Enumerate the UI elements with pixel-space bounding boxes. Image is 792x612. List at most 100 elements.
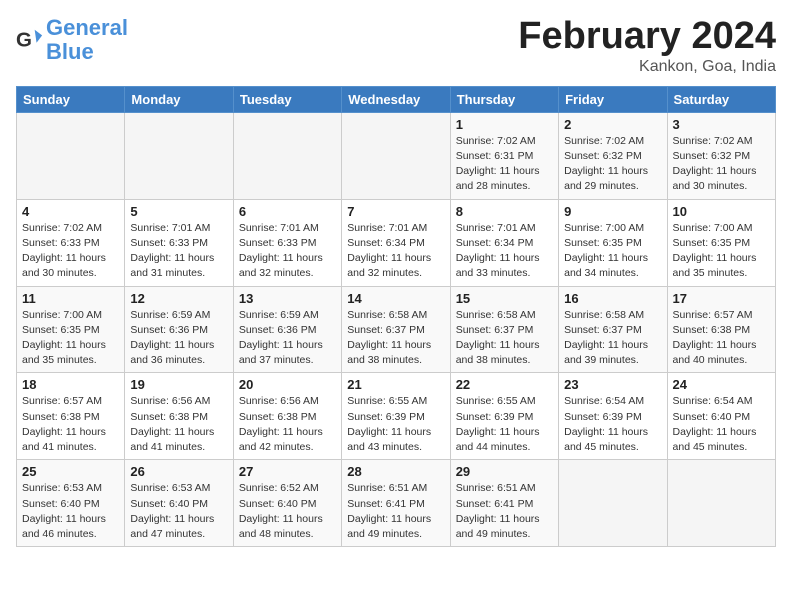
calendar-cell: 5 Sunrise: 7:01 AMSunset: 6:33 PMDaylight… (125, 199, 233, 286)
day-number: 19 (130, 377, 227, 392)
day-number: 21 (347, 377, 444, 392)
day-number: 26 (130, 464, 227, 479)
day-number: 8 (456, 204, 553, 219)
calendar-cell: 26 Sunrise: 6:53 AMSunset: 6:40 PMDayligh… (125, 460, 233, 547)
day-number: 15 (456, 291, 553, 306)
day-info: Sunrise: 6:57 AMSunset: 6:38 PMDaylight:… (22, 394, 119, 455)
calendar-cell: 14 Sunrise: 6:58 AMSunset: 6:37 PMDayligh… (342, 286, 450, 373)
day-info: Sunrise: 7:02 AMSunset: 6:33 PMDaylight:… (22, 221, 119, 282)
calendar-cell (559, 460, 667, 547)
calendar-cell (667, 460, 775, 547)
day-info: Sunrise: 7:01 AMSunset: 6:33 PMDaylight:… (239, 221, 336, 282)
day-info: Sunrise: 7:01 AMSunset: 6:33 PMDaylight:… (130, 221, 227, 282)
calendar-cell: 12 Sunrise: 6:59 AMSunset: 6:36 PMDayligh… (125, 286, 233, 373)
calendar-cell: 17 Sunrise: 6:57 AMSunset: 6:38 PMDayligh… (667, 286, 775, 373)
day-info: Sunrise: 7:01 AMSunset: 6:34 PMDaylight:… (456, 221, 553, 282)
calendar-cell (233, 112, 341, 199)
calendar-cell: 25Sunrise: 6:53 AMSunset: 6:40 PMDayligh… (17, 460, 125, 547)
day-info: Sunrise: 6:53 AMSunset: 6:40 PMDaylight:… (130, 481, 227, 542)
calendar-week-row: 11Sunrise: 7:00 AMSunset: 6:35 PMDayligh… (17, 286, 776, 373)
day-number: 27 (239, 464, 336, 479)
weekday-header-sunday: Sunday (17, 86, 125, 112)
logo: G General Blue (16, 16, 128, 64)
day-number: 23 (564, 377, 661, 392)
day-info: Sunrise: 7:02 AMSunset: 6:32 PMDaylight:… (564, 134, 661, 195)
day-number: 2 (564, 117, 661, 132)
weekday-header-saturday: Saturday (667, 86, 775, 112)
calendar-cell: 27Sunrise: 6:52 AMSunset: 6:40 PMDayligh… (233, 460, 341, 547)
day-info: Sunrise: 7:02 AMSunset: 6:32 PMDaylight:… (673, 134, 770, 195)
page-header: G General Blue February 2024 Kankon, Goa… (16, 16, 776, 76)
calendar-cell (342, 112, 450, 199)
day-info: Sunrise: 6:53 AMSunset: 6:40 PMDaylight:… (22, 481, 119, 542)
calendar-cell: 3 Sunrise: 7:02 AMSunset: 6:32 PMDaylight… (667, 112, 775, 199)
calendar-cell: 29 Sunrise: 6:51 AMSunset: 6:41 PMDayligh… (450, 460, 558, 547)
calendar-cell: 1Sunrise: 7:02 AMSunset: 6:31 PMDaylight… (450, 112, 558, 199)
day-info: Sunrise: 7:00 AMSunset: 6:35 PMDaylight:… (22, 308, 119, 369)
day-number: 10 (673, 204, 770, 219)
calendar-cell: 19 Sunrise: 6:56 AMSunset: 6:38 PMDayligh… (125, 373, 233, 460)
calendar-week-row: 18 Sunrise: 6:57 AMSunset: 6:38 PMDayligh… (17, 373, 776, 460)
weekday-header-wednesday: Wednesday (342, 86, 450, 112)
day-number: 3 (673, 117, 770, 132)
calendar-cell: 18 Sunrise: 6:57 AMSunset: 6:38 PMDayligh… (17, 373, 125, 460)
day-info: Sunrise: 6:56 AMSunset: 6:38 PMDaylight:… (239, 394, 336, 455)
day-number: 29 (456, 464, 553, 479)
day-info: Sunrise: 6:59 AMSunset: 6:36 PMDaylight:… (130, 308, 227, 369)
day-info: Sunrise: 6:58 AMSunset: 6:37 PMDaylight:… (456, 308, 553, 369)
calendar-cell: 13Sunrise: 6:59 AMSunset: 6:36 PMDayligh… (233, 286, 341, 373)
day-number: 13 (239, 291, 336, 306)
calendar-cell: 23Sunrise: 6:54 AMSunset: 6:39 PMDayligh… (559, 373, 667, 460)
calendar-table: SundayMondayTuesdayWednesdayThursdayFrid… (16, 86, 776, 547)
logo-icon: G (16, 26, 44, 54)
calendar-cell: 11Sunrise: 7:00 AMSunset: 6:35 PMDayligh… (17, 286, 125, 373)
calendar-cell: 7 Sunrise: 7:01 AMSunset: 6:34 PMDaylight… (342, 199, 450, 286)
month-title: February 2024 (518, 16, 776, 58)
day-info: Sunrise: 6:57 AMSunset: 6:38 PMDaylight:… (673, 308, 770, 369)
calendar-cell: 22Sunrise: 6:55 AMSunset: 6:39 PMDayligh… (450, 373, 558, 460)
weekday-header-tuesday: Tuesday (233, 86, 341, 112)
day-info: Sunrise: 6:55 AMSunset: 6:39 PMDaylight:… (347, 394, 444, 455)
logo-blue: Blue (46, 39, 94, 64)
calendar-cell: 24Sunrise: 6:54 AMSunset: 6:40 PMDayligh… (667, 373, 775, 460)
day-number: 5 (130, 204, 227, 219)
calendar-cell: 2 Sunrise: 7:02 AMSunset: 6:32 PMDaylight… (559, 112, 667, 199)
calendar-cell: 4 Sunrise: 7:02 AMSunset: 6:33 PMDaylight… (17, 199, 125, 286)
location-subtitle: Kankon, Goa, India (518, 58, 776, 76)
calendar-cell: 21 Sunrise: 6:55 AMSunset: 6:39 PMDayligh… (342, 373, 450, 460)
day-info: Sunrise: 6:51 AMSunset: 6:41 PMDaylight:… (456, 481, 553, 542)
weekday-header-monday: Monday (125, 86, 233, 112)
day-number: 6 (239, 204, 336, 219)
calendar-cell (125, 112, 233, 199)
day-number: 12 (130, 291, 227, 306)
calendar-cell: 16Sunrise: 6:58 AMSunset: 6:37 PMDayligh… (559, 286, 667, 373)
weekday-header-thursday: Thursday (450, 86, 558, 112)
calendar-cell: 10Sunrise: 7:00 AMSunset: 6:35 PMDayligh… (667, 199, 775, 286)
day-number: 9 (564, 204, 661, 219)
calendar-cell (17, 112, 125, 199)
day-info: Sunrise: 6:58 AMSunset: 6:37 PMDaylight:… (347, 308, 444, 369)
svg-text:G: G (16, 29, 32, 52)
weekday-header-row: SundayMondayTuesdayWednesdayThursdayFrid… (17, 86, 776, 112)
calendar-week-row: 25Sunrise: 6:53 AMSunset: 6:40 PMDayligh… (17, 460, 776, 547)
title-area: February 2024 Kankon, Goa, India (518, 16, 776, 76)
day-info: Sunrise: 7:00 AMSunset: 6:35 PMDaylight:… (564, 221, 661, 282)
day-number: 22 (456, 377, 553, 392)
day-number: 7 (347, 204, 444, 219)
day-number: 20 (239, 377, 336, 392)
day-number: 4 (22, 204, 119, 219)
day-info: Sunrise: 6:56 AMSunset: 6:38 PMDaylight:… (130, 394, 227, 455)
day-number: 18 (22, 377, 119, 392)
day-number: 17 (673, 291, 770, 306)
calendar-cell: 28Sunrise: 6:51 AMSunset: 6:41 PMDayligh… (342, 460, 450, 547)
calendar-cell: 15 Sunrise: 6:58 AMSunset: 6:37 PMDayligh… (450, 286, 558, 373)
day-number: 16 (564, 291, 661, 306)
calendar-cell: 20 Sunrise: 6:56 AMSunset: 6:38 PMDayligh… (233, 373, 341, 460)
calendar-week-row: 4 Sunrise: 7:02 AMSunset: 6:33 PMDaylight… (17, 199, 776, 286)
day-number: 24 (673, 377, 770, 392)
calendar-cell: 6 Sunrise: 7:01 AMSunset: 6:33 PMDaylight… (233, 199, 341, 286)
calendar-cell: 9 Sunrise: 7:00 AMSunset: 6:35 PMDaylight… (559, 199, 667, 286)
day-info: Sunrise: 7:01 AMSunset: 6:34 PMDaylight:… (347, 221, 444, 282)
day-number: 14 (347, 291, 444, 306)
day-number: 1 (456, 117, 553, 132)
